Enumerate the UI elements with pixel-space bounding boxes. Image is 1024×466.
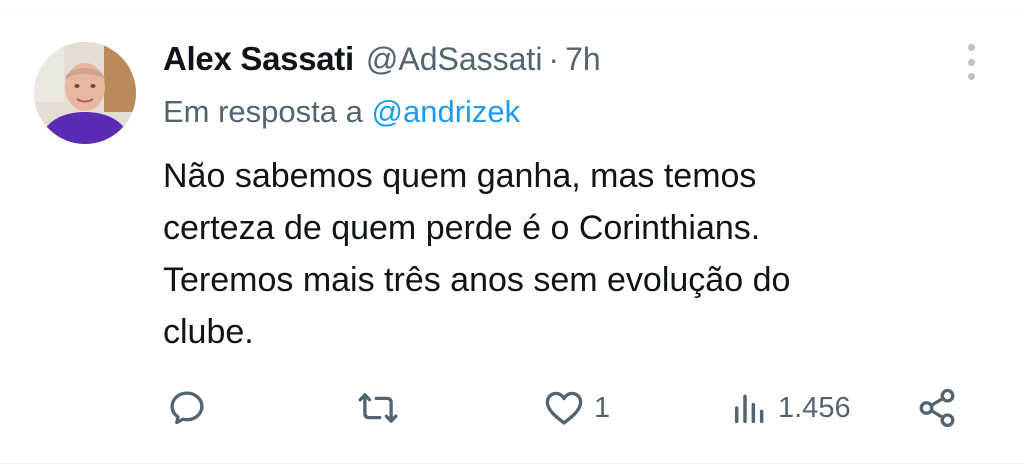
retweet-button[interactable] xyxy=(356,380,400,436)
views-icon xyxy=(734,394,764,424)
more-dot xyxy=(967,44,975,51)
reply-icon xyxy=(170,391,204,425)
reply-mention-link[interactable]: @andrizek xyxy=(372,94,521,129)
share-icon xyxy=(919,388,955,428)
tweet[interactable]: Alex Sassati @AdSassati · 7h Em resposta… xyxy=(0,0,1024,466)
more-dot xyxy=(967,58,975,66)
action-bar: 1 1.456 xyxy=(0,380,1024,436)
reply-context: Em resposta a @andrizek xyxy=(163,94,520,130)
tweet-text-line: Teremos mais três anos sem evolução do xyxy=(163,261,791,299)
author-handle[interactable]: @AdSassati xyxy=(366,41,543,78)
retweet-icon xyxy=(358,393,398,423)
bottom-divider xyxy=(0,463,1024,464)
like-button[interactable]: 1 xyxy=(542,380,610,436)
tweet-header: Alex Sassati @AdSassati · 7h xyxy=(163,36,601,82)
separator-dot: · xyxy=(548,40,560,77)
reply-button[interactable] xyxy=(166,380,208,436)
views-button[interactable]: 1.456 xyxy=(730,380,851,436)
more-dot xyxy=(967,73,975,80)
tweet-text: Não sabemos quem ganha, mas temos certez… xyxy=(163,150,923,358)
author-name[interactable]: Alex Sassati xyxy=(163,40,354,78)
tweet-text-line: clube. xyxy=(163,313,254,351)
share-button[interactable] xyxy=(916,380,958,436)
reply-prefix: Em resposta a xyxy=(163,94,363,129)
heart-icon xyxy=(545,391,583,425)
like-count: 1 xyxy=(594,391,611,424)
more-options-icon[interactable] xyxy=(956,42,986,82)
avatar-image xyxy=(34,42,136,144)
tweet-text-line: Não sabemos quem ganha, mas temos xyxy=(163,157,757,195)
views-count: 1.456 xyxy=(778,391,851,424)
timestamp[interactable]: 7h xyxy=(565,41,601,78)
tweet-text-line: certeza de quem perde é o Corinthians. xyxy=(163,209,761,247)
avatar[interactable] xyxy=(34,42,136,144)
